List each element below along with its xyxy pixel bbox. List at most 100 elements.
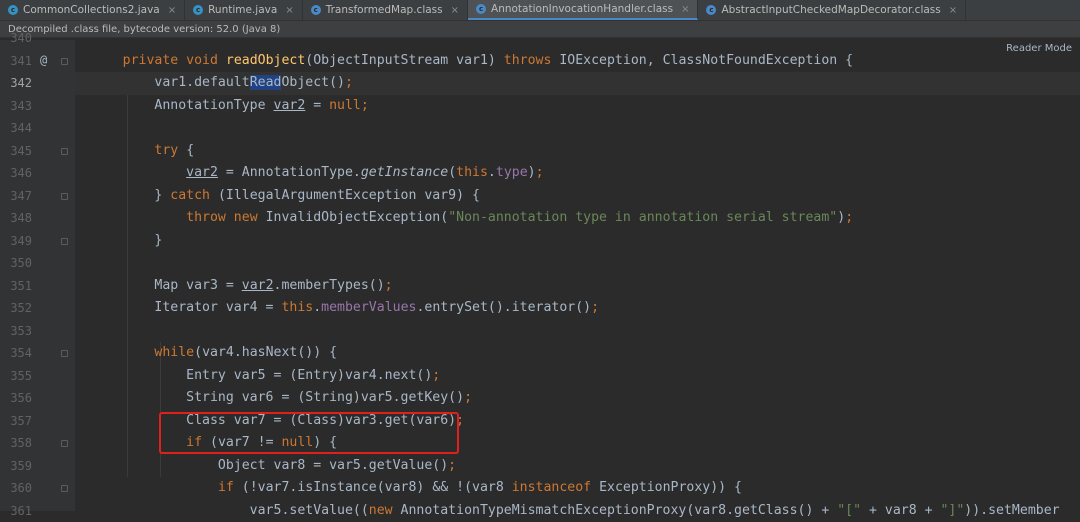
code-line[interactable]: var2 = AnnotationType.getInstance(this.t… [75,162,1080,185]
line-number: 346 [4,166,32,180]
gutter-row[interactable]: 352 [0,297,75,320]
code-token: ) [528,165,536,180]
code-line[interactable] [75,252,1080,275]
code-line[interactable]: Entry var5 = (Entry)var4.next(); [75,365,1080,388]
fold-marker-icon[interactable] [61,440,68,447]
code-token: . [488,165,496,180]
gutter-row[interactable]: 341@ [0,50,75,73]
line-number: 354 [4,346,32,360]
code-token: = AnnotationType. [218,165,361,180]
gutter-row[interactable]: 342 [0,72,75,95]
tab-0[interactable]: cCommonCollections2.java× [0,0,185,20]
close-icon[interactable]: × [681,4,689,15]
gutter-row[interactable]: 348 [0,207,75,230]
line-number: 352 [4,301,32,315]
gutter-row[interactable]: 360 [0,477,75,500]
code-token: Object var8 = var5.getValue() [91,458,448,473]
code-line[interactable]: private void readObject(ObjectInputStrea… [75,50,1080,73]
line-number: 349 [4,234,32,248]
line-number: 358 [4,436,32,450]
code-token: Entry var5 = (Entry)var4.next() [91,368,432,383]
code-token: try [154,143,186,158]
code-token: private void [123,53,226,68]
line-number-gutter[interactable]: 340341@342343344345346347348349350351352… [0,40,75,511]
reader-mode-button[interactable]: Reader Mode [1006,43,1072,54]
override-marker-icon[interactable]: @ [40,53,47,67]
close-icon[interactable]: × [285,5,293,16]
fold-marker-icon[interactable] [61,193,68,200]
code-line[interactable]: while(var4.hasNext()) { [75,342,1080,365]
java-class-icon: c [8,5,18,15]
code-token: null [329,98,361,113]
gutter-row[interactable]: 344 [0,117,75,140]
code-token: AnnotationType [91,98,274,113]
code-line[interactable]: String var6 = (String)var5.getKey(); [75,387,1080,410]
code-line[interactable]: } [75,230,1080,253]
tab-label: AnnotationInvocationHandler.class [491,3,673,15]
gutter-row[interactable]: 347 [0,185,75,208]
fold-marker-icon[interactable] [61,350,68,357]
code-line[interactable]: AnnotationType var2 = null; [75,95,1080,118]
code-token: Map var3 = [91,278,242,293]
fold-marker-icon[interactable] [61,485,68,492]
tab-3[interactable]: cAnnotationInvocationHandler.class× [468,0,698,20]
line-number: 356 [4,391,32,405]
gutter-row[interactable]: 349 [0,230,75,253]
code-line[interactable]: Iterator var4 = this.memberValues.entryS… [75,297,1080,320]
code-token: throws [504,53,560,68]
code-token: ) [837,210,845,225]
java-class-icon: c [311,5,321,15]
tab-label: Runtime.java [208,4,277,16]
fold-marker-icon[interactable] [61,148,68,155]
gutter-row[interactable]: 346 [0,162,75,185]
gutter-row[interactable]: 353 [0,320,75,343]
code-line[interactable] [75,320,1080,343]
gutter-row[interactable]: 359 [0,455,75,478]
code-token: AnnotationTypeMismatchExceptionProxy(var… [401,503,838,518]
gutter-row[interactable]: 340 [0,27,75,50]
code-line[interactable] [75,117,1080,140]
gutter-row[interactable]: 355 [0,365,75,388]
code-line[interactable]: if (!var7.isInstance(var8) && !(var8 ins… [75,477,1080,500]
gutter-row[interactable]: 354 [0,342,75,365]
gutter-row[interactable]: 343 [0,95,75,118]
code-line[interactable]: Object var8 = var5.getValue(); [75,455,1080,478]
tab-2[interactable]: cTransformedMap.class× [303,0,468,20]
fold-marker-icon[interactable] [61,238,68,245]
code-token: getInstance [361,165,448,180]
code-token: Object() [281,75,345,90]
code-line[interactable]: throw new InvalidObjectException("Non-an… [75,207,1080,230]
code-token: ; [345,75,353,90]
gutter-row[interactable]: 358 [0,432,75,455]
code-line[interactable]: try { [75,140,1080,163]
code-line[interactable]: Map var3 = var2.memberTypes(); [75,275,1080,298]
code-line[interactable]: } catch (IllegalArgumentException var9) … [75,185,1080,208]
code-token: "[" [837,503,861,518]
gutter-row[interactable]: 357 [0,410,75,433]
java-class-icon: c [706,5,716,15]
code-token: var2 [274,98,306,113]
gutter-row[interactable]: 345 [0,140,75,163]
close-icon[interactable]: × [451,5,459,16]
line-number: 343 [4,99,32,113]
fold-marker-icon[interactable] [61,58,68,65]
code-token: } [91,188,170,203]
code-token: catch [170,188,218,203]
tab-1[interactable]: cRuntime.java× [185,0,303,20]
gutter-row[interactable]: 350 [0,252,75,275]
tab-4[interactable]: cAbstractInputCheckedMapDecorator.class× [698,0,966,20]
line-number: 351 [4,279,32,293]
code-token: ; [448,458,456,473]
gutter-row[interactable]: 351 [0,275,75,298]
code-token: type [496,165,528,180]
code-line[interactable]: var1.defaultReadObject(); [75,72,1080,95]
close-icon[interactable]: × [168,5,176,16]
code-token: throw new [186,210,265,225]
code-token: } [91,233,162,248]
line-number: 347 [4,189,32,203]
close-icon[interactable]: × [949,5,957,16]
code-line[interactable] [75,27,1080,50]
line-number: 355 [4,369,32,383]
gutter-row[interactable]: 356 [0,387,75,410]
code-token: ; [385,278,393,293]
